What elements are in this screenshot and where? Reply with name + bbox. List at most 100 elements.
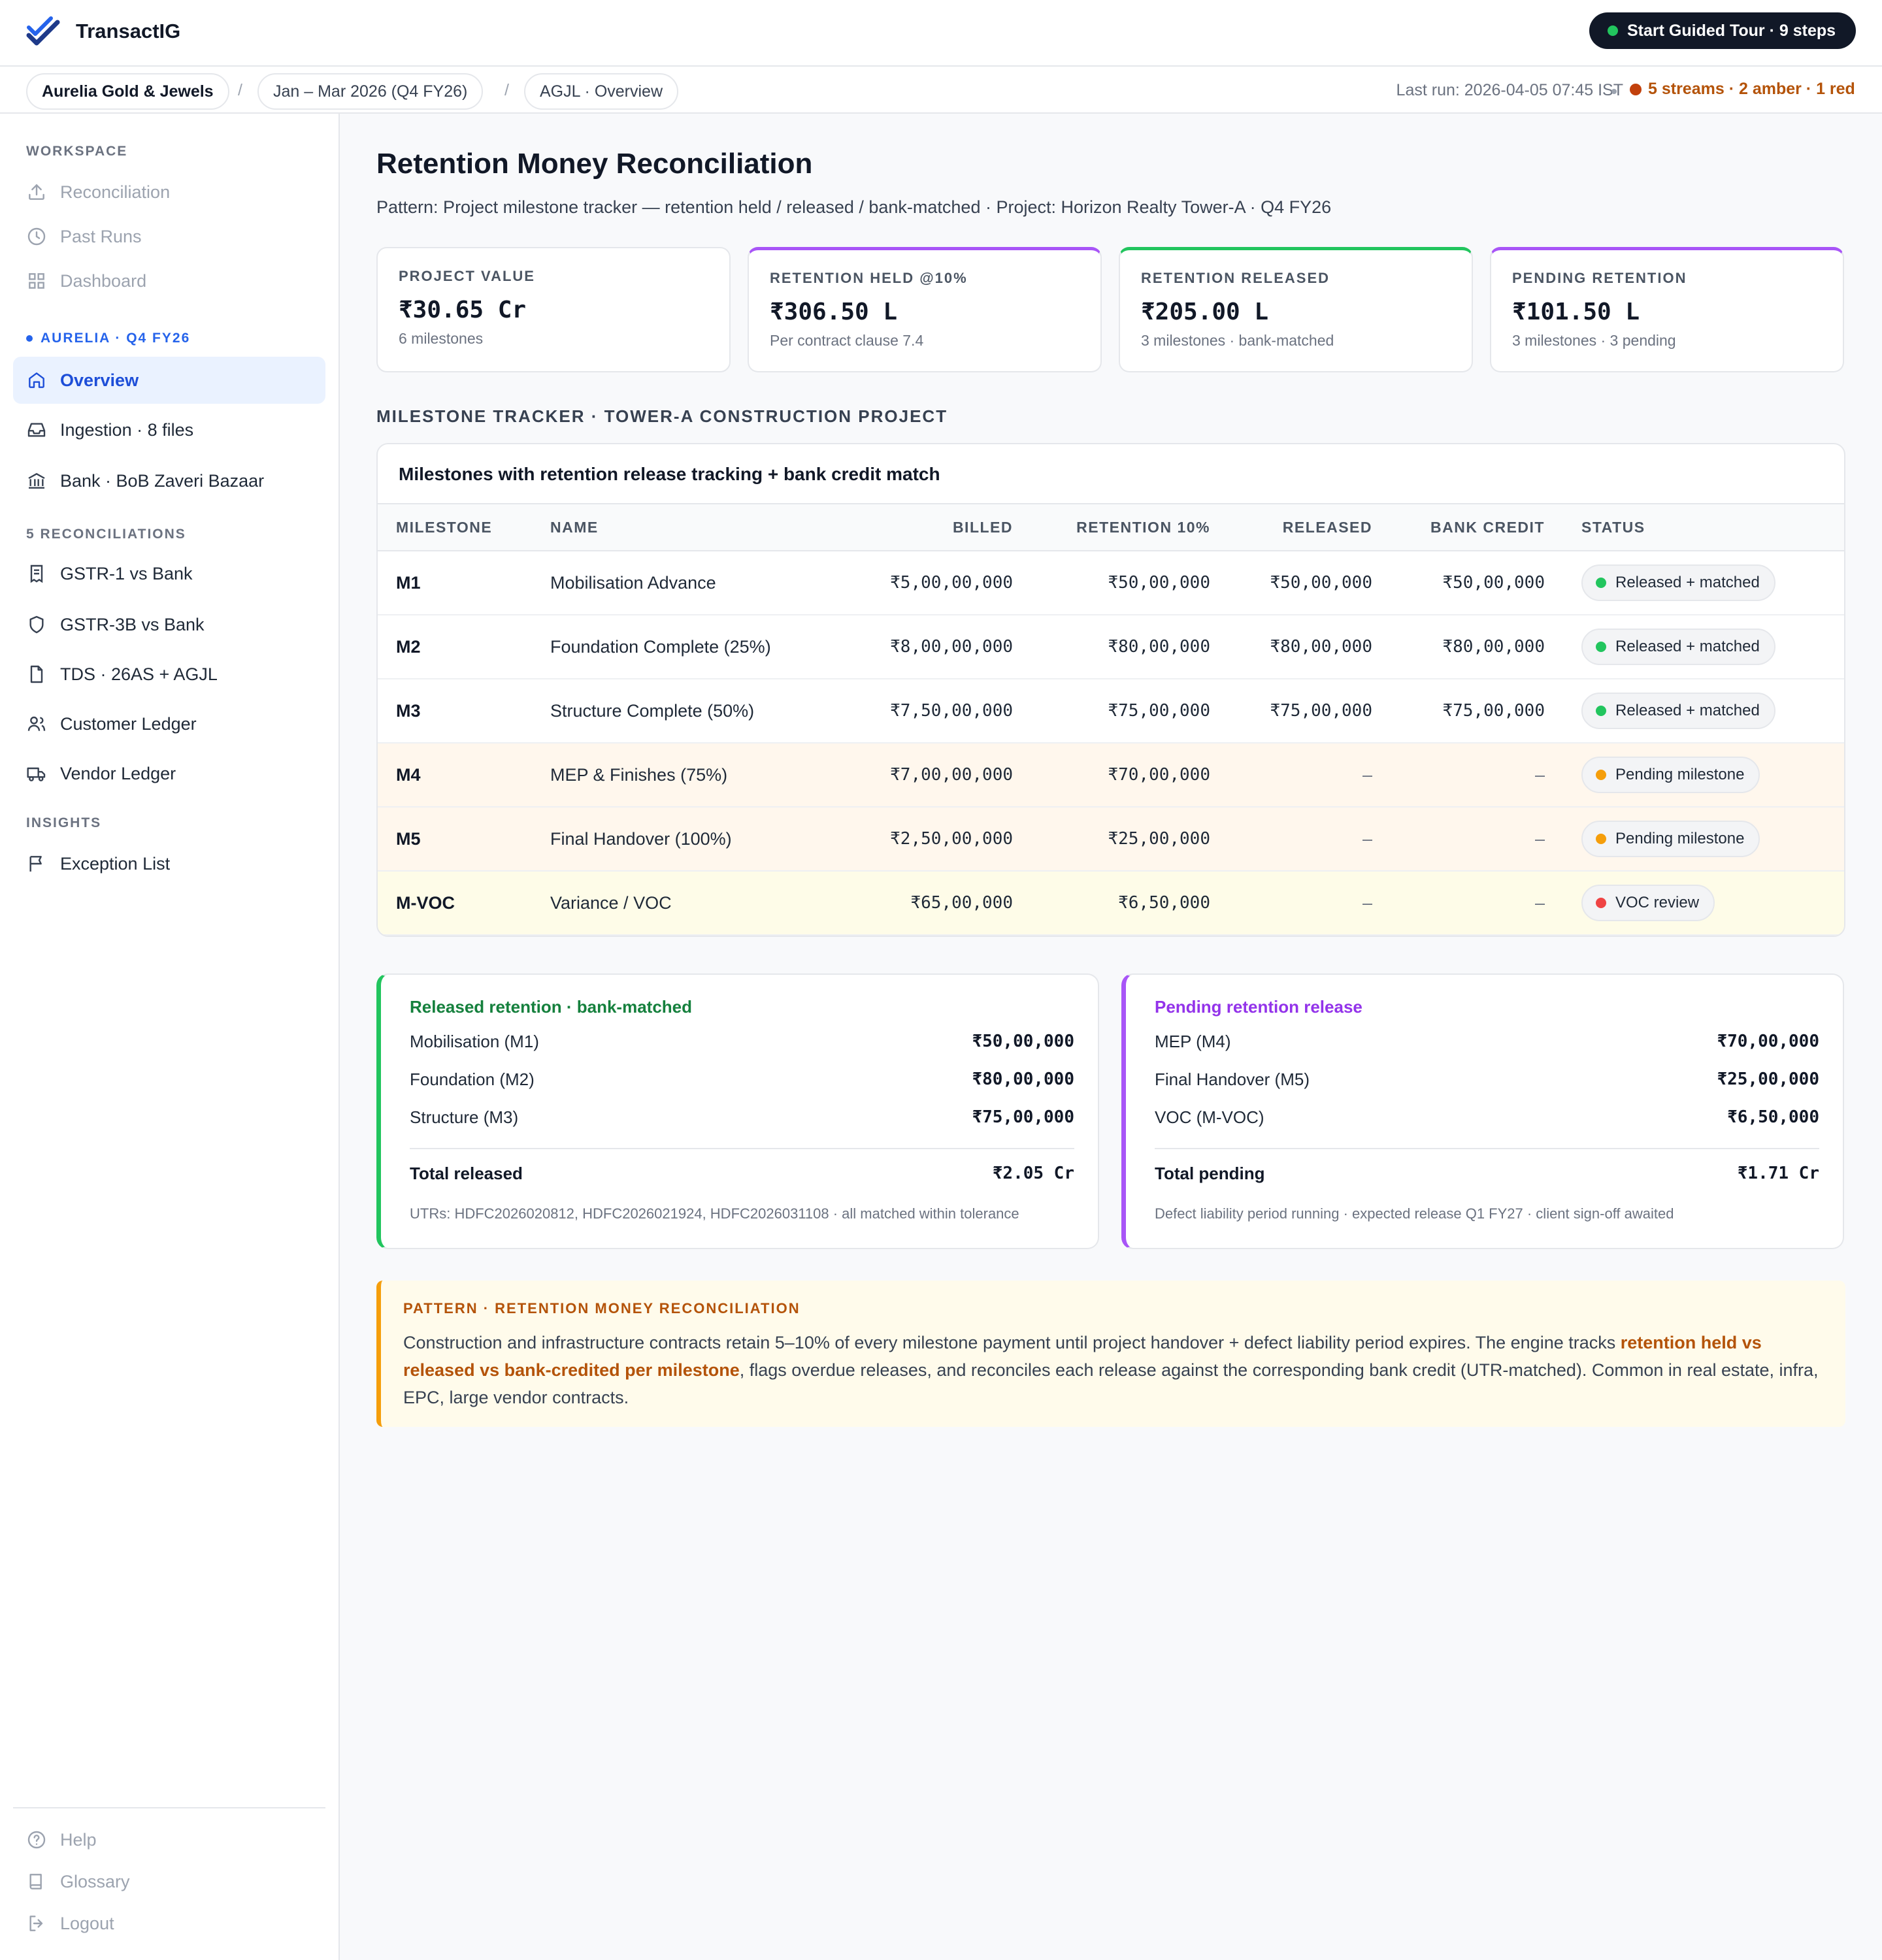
cell-name: Variance / VOC (550, 892, 672, 913)
cell-status: Released + matched (1581, 615, 1775, 678)
sidebar-item-ingestion[interactable]: Ingestion · 8 files (13, 406, 325, 453)
breadcrumb-client[interactable]: Aurelia Gold & Jewels (26, 73, 229, 110)
released-item: Structure (M3) ₹75,00,000 (410, 1098, 1074, 1136)
item-label: Final Handover (M5) (1155, 1069, 1310, 1089)
kpi-label: PROJECT VALUE (399, 268, 535, 284)
sidebar-item-vendor-ledger[interactable]: Vendor Ledger (13, 750, 325, 797)
table-row[interactable]: M2 Foundation Complete (25%) ₹8,00,00,000 ₹… (378, 615, 1844, 679)
kpi-card-retention-held: RETENTION HELD @10% ₹306.50 L Per contra… (748, 247, 1102, 372)
table-row[interactable]: M3 Structure Complete (50%) ₹7,50,00,000 ₹7… (378, 679, 1844, 743)
cell-milestone: M2 (396, 636, 421, 657)
table-row[interactable]: M5 Final Handover (100%) ₹2,50,00,000 ₹25,0… (378, 808, 1844, 872)
breadcrumb-period[interactable]: Jan – Mar 2026 (Q4 FY26) (257, 73, 484, 110)
cell-billed: ₹8,00,00,000 (890, 637, 1013, 657)
table-row[interactable]: M-VOC Variance / VOC ₹65,00,000 ₹6,50,000 – –… (378, 872, 1844, 936)
sidebar-item-overview[interactable]: Overview (13, 357, 325, 404)
sidebar-item-exception-list[interactable]: Exception List (13, 840, 325, 887)
upload-icon (29, 184, 44, 200)
item-value: ₹25,00,000 (1717, 1070, 1819, 1089)
sidebar-item-help[interactable]: Help (13, 1816, 325, 1863)
sidebar-heading-workspace: WORKSPACE (26, 144, 128, 159)
status-label: VOC review (1615, 894, 1700, 911)
kpi-label: RETENTION RELEASED (1141, 270, 1330, 286)
kpi-card-pending-retention: PENDING RETENTION ₹101.50 L 3 milestones… (1490, 247, 1844, 372)
breadcrumb-separator: / (504, 81, 509, 99)
status-dot-icon (1596, 706, 1606, 716)
cell-milestone: M4 (396, 764, 421, 785)
total-value: ₹2.05 Cr (992, 1164, 1074, 1183)
sidebar-item-past-runs[interactable]: Past Runs (13, 213, 325, 260)
sidebar-item-gstr3b[interactable]: GSTR-3B vs Bank (13, 601, 325, 648)
item-value: ₹75,00,000 (972, 1107, 1074, 1127)
cell-billed: ₹65,00,000 (910, 893, 1013, 913)
sidebar-item-reconciliation[interactable]: Reconciliation (13, 169, 325, 216)
kpi-card-retention-released: RETENTION RELEASED ₹205.00 L 3 milestone… (1119, 247, 1473, 372)
cell-status: VOC review (1581, 872, 1715, 934)
cell-bank-credit: – (1534, 892, 1545, 913)
logout-icon (29, 1916, 43, 1931)
cell-retention: ₹50,00,000 (1108, 573, 1210, 593)
item-label: Foundation (M2) (410, 1069, 535, 1089)
kpi-value: ₹30.65 Cr (399, 297, 527, 323)
status-badge: Released + matched (1581, 629, 1775, 665)
status-badge: Released + matched (1581, 693, 1775, 729)
streams-status[interactable]: 5 streams · 2 amber · 1 red (1630, 80, 1855, 99)
item-label: MEP (M4) (1155, 1031, 1231, 1051)
status-label: Released + matched (1615, 574, 1760, 591)
pending-retention-panel: Pending retention release MEP (M4) ₹70,0… (1121, 973, 1844, 1249)
sidebar-item-gstr1[interactable]: GSTR-1 vs Bank (13, 550, 325, 597)
start-guided-tour-button[interactable]: Start Guided Tour · 9 steps (1589, 12, 1856, 49)
pattern-text-start: Construction and infrastructure contract… (403, 1333, 1621, 1352)
cell-name: Structure Complete (50%) (550, 700, 755, 721)
table-title: Milestones with retention release tracki… (378, 444, 1844, 504)
status-badge: Pending milestone (1581, 757, 1760, 793)
pattern-label: PATTERN · RETENTION MONEY RECONCILIATION (403, 1300, 801, 1316)
item-label: Mobilisation (M1) (410, 1031, 539, 1051)
sidebar-divider (13, 1807, 325, 1808)
last-run-timestamp: Last run: 2026-04-05 07:45 IST (1396, 81, 1623, 99)
sidebar-item-bank[interactable]: Bank · BoB Zaveri Bazaar (13, 457, 325, 504)
kpi-value: ₹101.50 L (1512, 299, 1640, 325)
kpi-note: 6 milestones (399, 330, 484, 347)
sidebar-item-label: Help (60, 1829, 97, 1850)
status-badge: VOC review (1581, 885, 1715, 921)
status-label: Released + matched (1615, 638, 1760, 655)
sidebar-item-glossary[interactable]: Glossary (13, 1858, 325, 1905)
cell-released: ₹75,00,000 (1270, 701, 1372, 721)
column-header-released: RELEASED (1282, 518, 1372, 536)
status-dot-icon (1630, 83, 1642, 95)
cell-milestone: M1 (396, 572, 421, 593)
sidebar-item-logout[interactable]: Logout (13, 1900, 325, 1947)
status-dot-icon (1596, 898, 1606, 908)
cell-bank-credit: – (1534, 764, 1545, 785)
sidebar-item-customer-ledger[interactable]: Customer Ledger (13, 700, 325, 747)
status-label: Pending milestone (1615, 830, 1745, 847)
sidebar-item-label: Vendor Ledger (60, 763, 176, 783)
released-retention-panel: Released retention · bank-matched Mobili… (376, 973, 1099, 1249)
sidebar-heading-client: AURELIA · Q4 FY26 (26, 331, 190, 346)
book-icon (29, 1874, 42, 1889)
app-name: TransactIG (76, 20, 181, 42)
table-row[interactable]: M1 Mobilisation Advance ₹5,00,00,000 ₹50,00… (378, 551, 1844, 615)
cell-billed: ₹7,50,00,000 (890, 701, 1013, 721)
item-value: ₹70,00,000 (1717, 1032, 1819, 1051)
sidebar-item-tds[interactable]: TDS · 26AS + AGJL (13, 651, 325, 698)
sidebar-item-label: Customer Ledger (60, 713, 197, 734)
kpi-card-project-value: PROJECT VALUE ₹30.65 Cr 6 milestones (376, 247, 731, 372)
sidebar-item-dashboard[interactable]: Dashboard (13, 257, 325, 304)
status-dot-icon (1596, 834, 1606, 844)
item-value: ₹50,00,000 (972, 1032, 1074, 1051)
column-header-billed: BILLED (952, 518, 1013, 536)
home-icon (29, 372, 44, 388)
table-body: M1 Mobilisation Advance ₹5,00,00,000 ₹50,00… (378, 551, 1844, 936)
breadcrumb-page[interactable]: AGJL · Overview (524, 73, 679, 110)
cell-billed: ₹5,00,00,000 (890, 573, 1013, 593)
cell-bank-credit: ₹80,00,000 (1442, 637, 1545, 657)
item-value: ₹80,00,000 (972, 1070, 1074, 1089)
panel-title: Pending retention release (1155, 997, 1362, 1017)
cell-retention: ₹75,00,000 (1108, 701, 1210, 721)
released-total: Total released ₹2.05 Cr (410, 1148, 1074, 1198)
status-dot-icon (1596, 578, 1606, 588)
sidebar-item-label: Ingestion · 8 files (60, 419, 194, 440)
table-row[interactable]: M4 MEP & Finishes (75%) ₹7,00,00,000 ₹70,00… (378, 743, 1844, 808)
